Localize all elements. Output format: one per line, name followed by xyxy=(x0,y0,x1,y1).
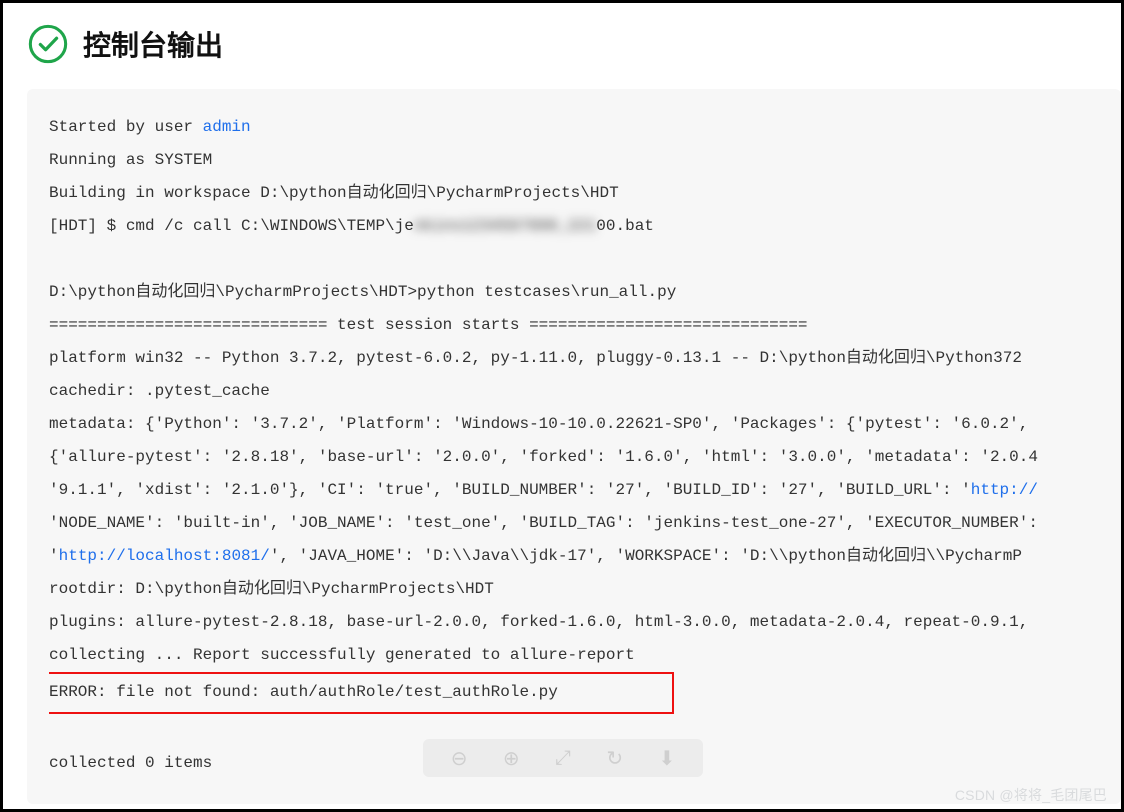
page-header: 控制台输出 xyxy=(27,23,1121,65)
console-output: Started by user admin Running as SYSTEM … xyxy=(49,111,1099,780)
console-line: {'allure-pytest': '2.8.18', 'base-url': … xyxy=(49,448,1038,466)
error-line: ERROR: file not found: auth/authRole/tes… xyxy=(49,683,664,701)
console-line: cachedir: .pytest_cache xyxy=(49,382,270,400)
fullscreen-icon[interactable]: ⤢ xyxy=(555,747,571,770)
zoom-out-icon[interactable]: ⊖ xyxy=(451,746,468,771)
console-line: platform win32 -- Python 3.7.2, pytest-6… xyxy=(49,349,1022,367)
console-line: metadata: {'Python': '3.7.2', 'Platform'… xyxy=(49,415,1038,433)
floating-toolbar: ⊖ ⊕ ⤢ ↻ ⬇ xyxy=(423,739,703,777)
console-line: D:\python自动化回归\PycharmProjects\HDT>pytho… xyxy=(49,283,676,301)
console-line: Started by user xyxy=(49,118,203,136)
console-line: collected 0 items xyxy=(49,754,212,772)
localhost-url-link[interactable]: http://localhost:8081/ xyxy=(59,547,270,565)
watermark: CSDN @将将_毛团尾巴 xyxy=(955,785,1107,805)
console-line: ', 'JAVA_HOME': 'D:\\Java\\jdk-17', 'WOR… xyxy=(270,547,1022,565)
zoom-in-icon[interactable]: ⊕ xyxy=(503,746,520,771)
console-line: ' xyxy=(49,547,59,565)
console-line: collecting ... Report successfully gener… xyxy=(49,646,635,664)
error-highlight-box: ERROR: file not found: auth/authRole/tes… xyxy=(49,672,674,714)
console-line: Running as SYSTEM xyxy=(49,151,212,169)
download-icon[interactable]: ⬇ xyxy=(658,746,675,771)
rotate-icon[interactable]: ↻ xyxy=(606,746,623,771)
redacted-segment: nkins1234567890_221 xyxy=(414,217,596,235)
console-line: rootdir: D:\python自动化回归\PycharmProjects\… xyxy=(49,580,494,598)
console-line: plugins: allure-pytest-2.8.18, base-url-… xyxy=(49,613,1038,631)
started-by-user-link[interactable]: admin xyxy=(203,118,251,136)
console-line: ============================= test sessi… xyxy=(49,316,808,334)
build-url-link[interactable]: http:// xyxy=(971,481,1038,499)
console-line: 00.bat xyxy=(596,217,654,235)
console-line: [HDT] $ cmd /c call C:\WINDOWS\TEMP\je xyxy=(49,217,414,235)
console-line: 'NODE_NAME': 'built-in', 'JOB_NAME': 'te… xyxy=(49,514,1038,532)
success-check-icon xyxy=(27,23,69,65)
console-line: Building in workspace D:\python自动化回归\Pyc… xyxy=(49,184,619,202)
page-title: 控制台输出 xyxy=(83,24,223,64)
console-line: '9.1.1', 'xdist': '2.1.0'}, 'CI': 'true'… xyxy=(49,481,971,499)
console-output-panel: Started by user admin Running as SYSTEM … xyxy=(27,89,1121,804)
